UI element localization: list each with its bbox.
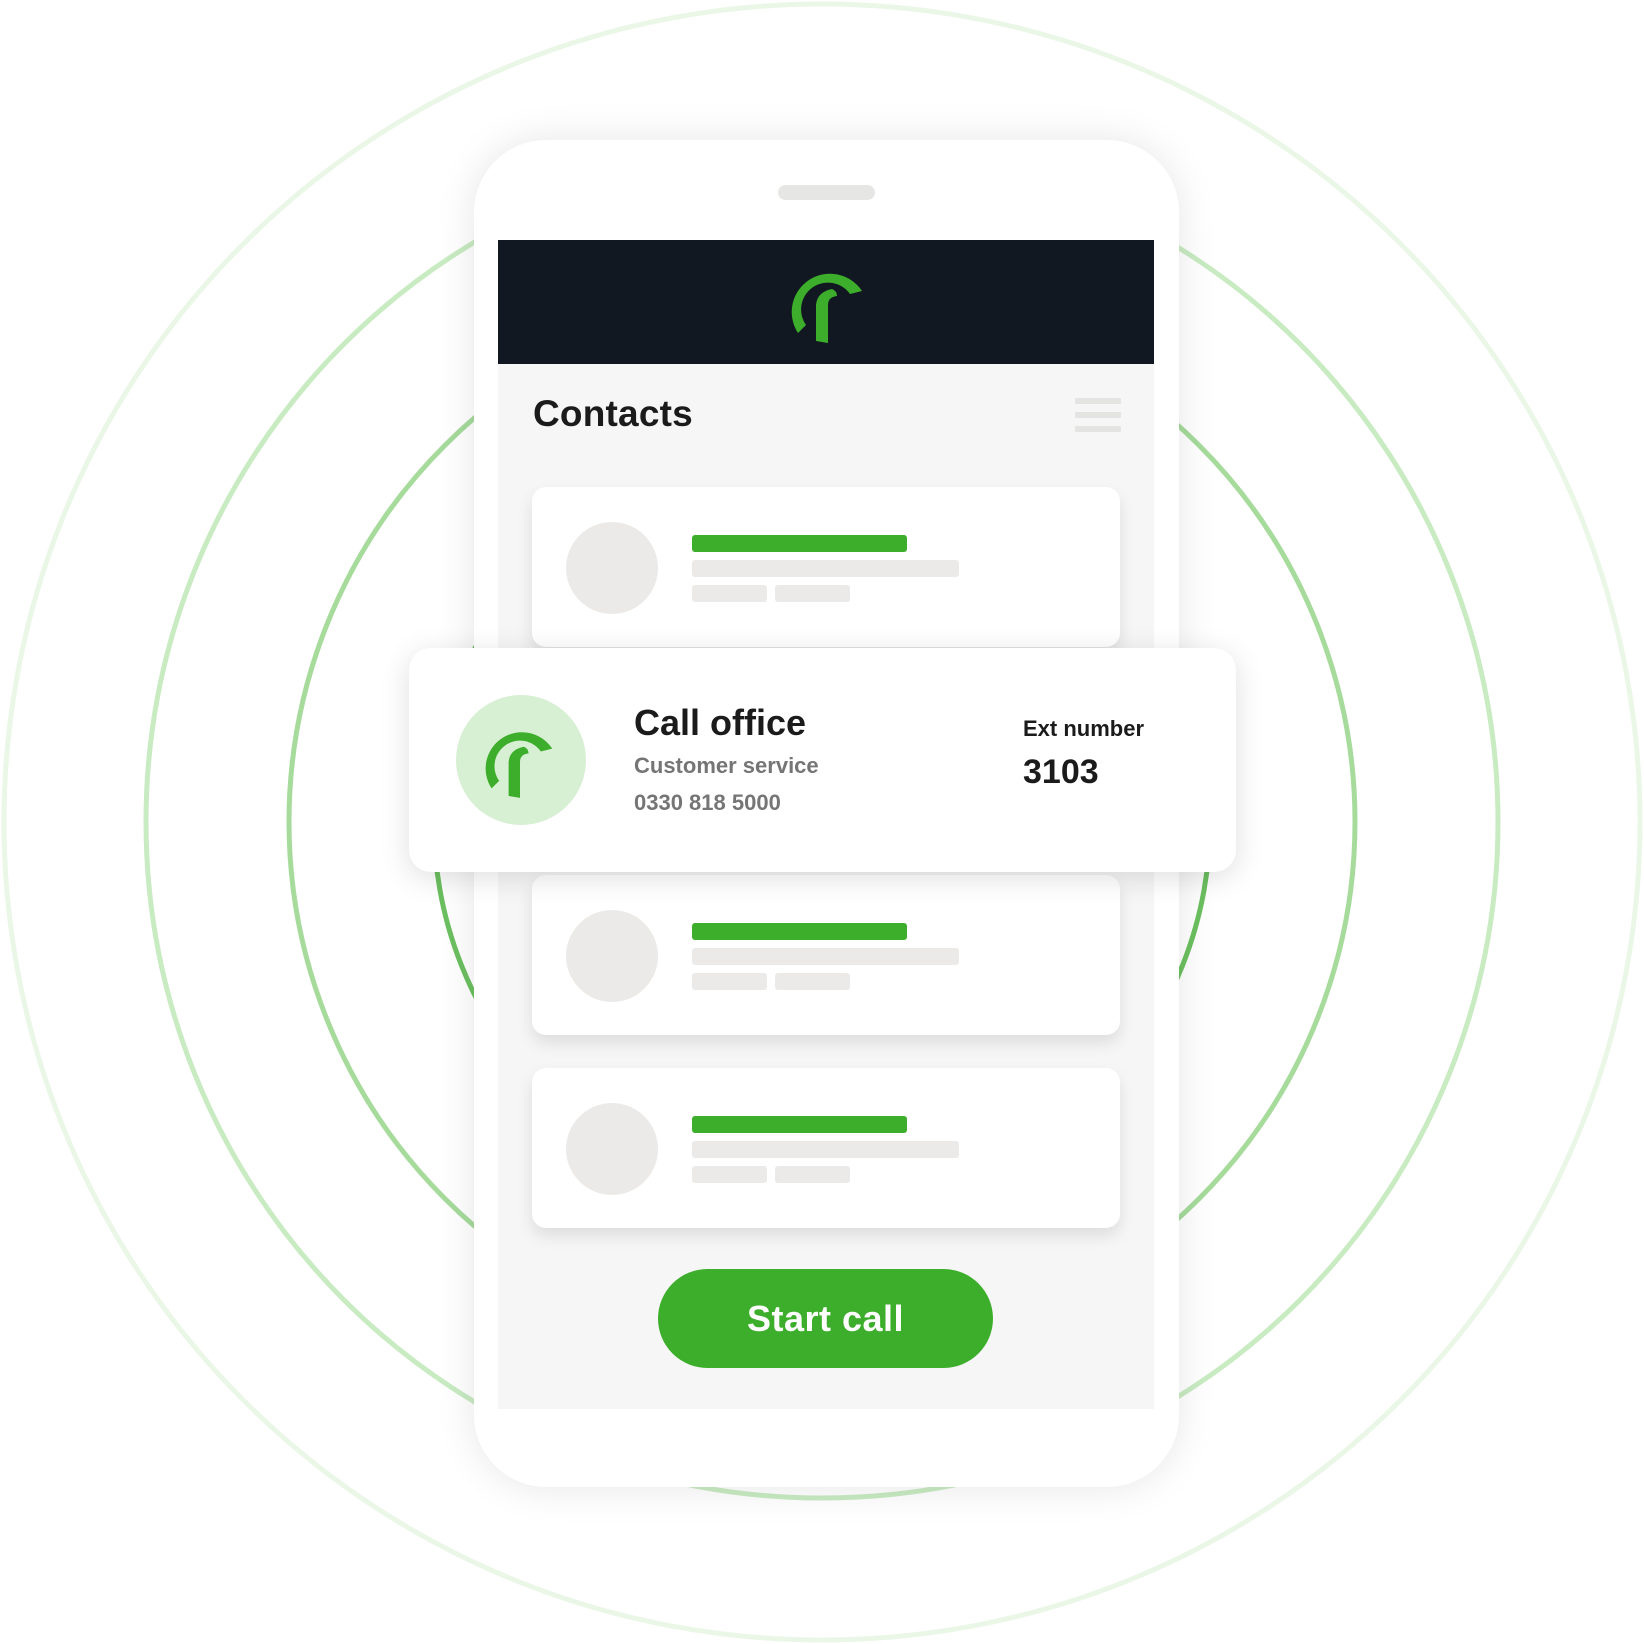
contact-avatar-placeholder <box>566 1103 658 1195</box>
contact-detail-placeholder <box>692 560 959 577</box>
brand-logo-icon <box>791 273 862 343</box>
contact-tag-placeholder <box>775 973 850 990</box>
contact-tag-placeholder <box>692 973 767 990</box>
contact-card[interactable] <box>532 487 1120 647</box>
ext-number-value: 3103 <box>1023 753 1099 791</box>
contact-detail-placeholder <box>692 948 959 965</box>
contact-name-placeholder <box>692 923 907 940</box>
page-title: Contacts <box>533 393 693 434</box>
contact-tag-placeholder <box>692 585 767 602</box>
hamburger-menu-icon[interactable] <box>1075 398 1121 434</box>
start-call-button[interactable]: Start call <box>658 1269 993 1368</box>
featured-contact-avatar <box>456 695 586 825</box>
ext-number-label: Ext number <box>1023 716 1145 741</box>
contact-name-placeholder <box>692 1116 907 1133</box>
brand-logo-icon <box>485 732 553 798</box>
contact-tag-placeholder <box>775 585 850 602</box>
contact-department: Customer service <box>634 753 819 778</box>
phone-speaker <box>778 185 875 200</box>
featured-contact-card[interactable]: Call office Customer service 0330 818 50… <box>409 648 1236 872</box>
contact-name: Call office <box>634 702 807 743</box>
contact-avatar-placeholder <box>566 910 658 1002</box>
app-header <box>498 240 1154 364</box>
contact-card[interactable] <box>532 875 1120 1035</box>
contact-card[interactable] <box>532 1068 1120 1228</box>
contact-name-placeholder <box>692 535 907 552</box>
contact-tag-placeholder <box>692 1166 767 1183</box>
contact-tag-placeholder <box>775 1166 850 1183</box>
contact-phone-number: 0330 818 5000 <box>634 790 781 815</box>
contact-detail-placeholder <box>692 1141 959 1158</box>
contact-avatar-placeholder <box>566 522 658 614</box>
